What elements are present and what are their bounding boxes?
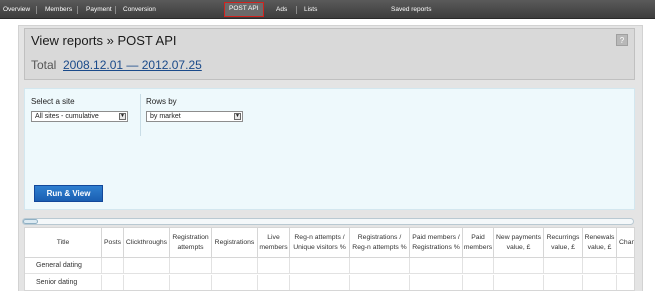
- table-cell: [583, 258, 617, 274]
- table-cell: [463, 258, 494, 274]
- horizontal-scrollbar[interactable]: [22, 218, 634, 225]
- column-header-renewals-value[interactable]: Renewals value, £: [583, 228, 617, 258]
- column-header-new-payments-value[interactable]: New payments value, £: [494, 228, 544, 258]
- table-cell: [494, 258, 544, 274]
- column-header-live-members[interactable]: Live members: [258, 228, 290, 258]
- column-header-registrations-regn-attempts[interactable]: Registrations / Reg-n attempts %: [350, 228, 410, 258]
- rows-by-label: Rows by: [146, 97, 177, 106]
- table-cell: [350, 275, 410, 290]
- nav-divider: [115, 6, 116, 14]
- page: Overview Members Payment Conversion POST…: [0, 0, 655, 291]
- table-cell: [170, 258, 212, 274]
- table-cell: [212, 258, 258, 274]
- column-header-title[interactable]: Title: [25, 228, 102, 258]
- table-cell: [410, 275, 463, 290]
- report-table: Title Posts Clickthroughs Registration a…: [24, 227, 635, 291]
- table-cell: [170, 275, 212, 290]
- nav-overview[interactable]: Overview: [3, 0, 30, 19]
- table-cell: [124, 275, 170, 290]
- table-cell: [463, 275, 494, 290]
- table-cell: [290, 275, 350, 290]
- rows-by-select[interactable]: by market ▼: [146, 111, 243, 122]
- rows-by-select-value: by market: [150, 113, 181, 120]
- table-row: Senior dating: [25, 275, 634, 290]
- table-cell: [258, 258, 290, 274]
- table-cell: [25, 275, 102, 290]
- top-nav: Overview Members Payment Conversion POST…: [0, 0, 655, 19]
- site-select[interactable]: All sites - cumulative ▼: [31, 111, 128, 122]
- nav-members[interactable]: Members: [45, 0, 72, 19]
- scrollbar-thumb[interactable]: [23, 219, 38, 224]
- nav-divider: [77, 6, 78, 14]
- help-icon[interactable]: ?: [616, 34, 628, 46]
- column-header-regn-attempts-unique-visitors[interactable]: Reg-n attempts / Unique visitors %: [290, 228, 350, 258]
- table-cell: [102, 258, 124, 274]
- date-range-link[interactable]: 2008.12.01 — 2012.07.25: [63, 58, 202, 72]
- table-cell: [544, 275, 583, 290]
- table-cell: [258, 275, 290, 290]
- chevron-down-icon: ▼: [119, 113, 126, 120]
- nav-lists[interactable]: Lists: [304, 0, 317, 19]
- column-header-recurrings-value[interactable]: Recurrings value, £: [544, 228, 583, 258]
- table-cell: [410, 258, 463, 274]
- nav-divider: [296, 6, 297, 14]
- table-cell: [494, 275, 544, 290]
- column-header-registrations[interactable]: Registrations: [212, 228, 258, 258]
- table-cell: [212, 275, 258, 290]
- table-cell: [350, 258, 410, 274]
- nav-post-api[interactable]: POST API: [224, 2, 264, 17]
- nav-saved-reports[interactable]: Saved reports: [391, 0, 431, 19]
- chevron-down-icon: ▼: [234, 113, 241, 120]
- table-cell: [290, 258, 350, 274]
- nav-divider: [36, 6, 37, 14]
- table-cell: [583, 275, 617, 290]
- column-header-chan[interactable]: Chan: [617, 228, 634, 258]
- column-header-registration-attempts[interactable]: Registration attempts: [170, 228, 212, 258]
- nav-conversion[interactable]: Conversion: [123, 0, 156, 19]
- column-header-posts[interactable]: Posts: [102, 228, 124, 258]
- nav-ads[interactable]: Ads: [276, 0, 287, 19]
- table-cell: [124, 258, 170, 274]
- table-cell: [544, 258, 583, 274]
- table-row: General dating: [25, 258, 634, 274]
- site-select-value: All sites - cumulative: [35, 113, 99, 120]
- column-header-paid-members-registrations[interactable]: Paid members / Registrations %: [410, 228, 463, 258]
- filter-panel: [24, 88, 635, 210]
- nav-payment[interactable]: Payment: [86, 0, 112, 19]
- page-title: View reports » POST API: [31, 33, 177, 48]
- report-header: View reports » POST API ? Total 2008.12.…: [24, 28, 635, 80]
- site-select-label: Select a site: [31, 97, 75, 106]
- run-view-button[interactable]: Run & View: [34, 185, 103, 202]
- table-cell: [102, 275, 124, 290]
- column-header-clickthroughs[interactable]: Clickthroughs: [124, 228, 170, 258]
- column-header-paid-members[interactable]: Paid members: [463, 228, 494, 258]
- table-cell: [25, 258, 102, 274]
- total-label: Total: [31, 58, 57, 72]
- filter-divider: [140, 94, 141, 136]
